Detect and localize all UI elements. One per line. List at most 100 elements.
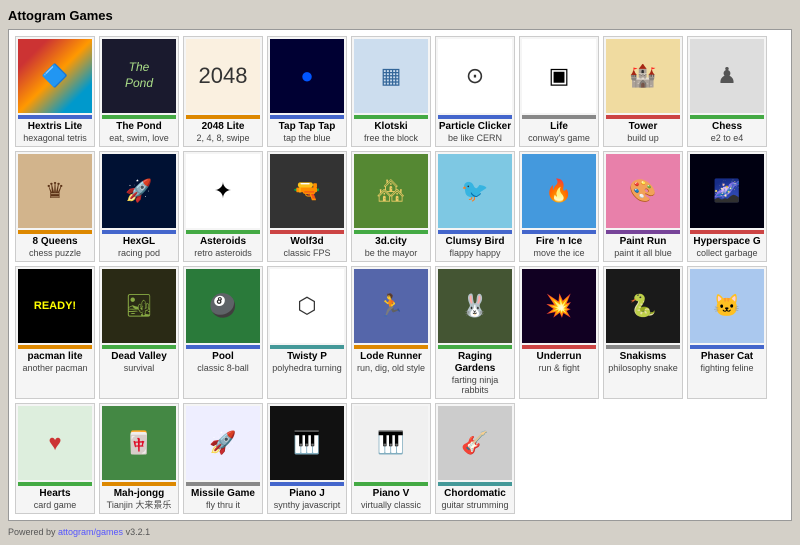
game-card-hexgl[interactable]: 🚀HexGLracing pod <box>99 151 179 262</box>
game-card-pianов[interactable]: 🎹Piano Vvirtually classic <box>351 403 431 514</box>
game-title-tower: Tower <box>629 121 658 133</box>
game-card-hextris[interactable]: 🔷Hextris Litehexagonal tetris <box>15 36 95 147</box>
game-subtitle-twisty: polyhedra turning <box>272 363 342 374</box>
game-card-chess[interactable]: ♟Chesse2 to e4 <box>687 36 767 147</box>
game-subtitle-2048: 2, 4, 8, swipe <box>196 133 249 144</box>
game-card-loderunner[interactable]: 🏃Lode Runnerrun, dig, old style <box>351 266 431 400</box>
game-title-hexgl: HexGL <box>123 236 155 248</box>
game-card-particle[interactable]: ⊙Particle Clickerbe like CERN <box>435 36 515 147</box>
game-title-pianoj: Piano J <box>289 488 325 500</box>
game-card-underrun[interactable]: 💥Underrunrun & fight <box>519 266 599 400</box>
game-card-firenice[interactable]: 🔥Fire 'n Icemove the ice <box>519 151 599 262</box>
game-subtitle-wolf3d: classic FPS <box>283 248 330 259</box>
game-card-chordomatic[interactable]: 🎸Chordomaticguitar strumming <box>435 403 515 514</box>
game-card-phasercat[interactable]: 🐱Phaser Catfighting feline <box>687 266 767 400</box>
game-bar-missile <box>186 482 260 486</box>
game-thumb-taptap: ● <box>270 39 344 113</box>
game-thumb-wolf3d: 🔫 <box>270 154 344 228</box>
game-title-loderunner: Lode Runner <box>360 351 422 363</box>
game-bar-taptap <box>270 115 344 119</box>
game-title-pacman: pacman lite <box>27 351 82 363</box>
game-card-pond[interactable]: ThePondThe Pondeat, swim, love <box>99 36 179 147</box>
game-card-missile[interactable]: 🚀Missile Gamefly thru it <box>183 403 263 514</box>
game-bar-klotski <box>354 115 428 119</box>
game-card-hearts[interactable]: ♥Heartscard game <box>15 403 95 514</box>
game-bar-clumsy <box>438 230 512 234</box>
game-card-tower[interactable]: 🏰Towerbuild up <box>603 36 683 147</box>
game-title-mahjongg: Mah-jongg <box>114 488 165 500</box>
game-card-paintrun[interactable]: 🎨Paint Runpaint it all blue <box>603 151 683 262</box>
game-thumb-hexgl: 🚀 <box>102 154 176 228</box>
game-subtitle-pianoj: synthy javascript <box>274 500 341 511</box>
game-thumb-pianов: 🎹 <box>354 406 428 480</box>
game-thumb-deadvalley: 🏜 <box>102 269 176 343</box>
game-title-hearts: Hearts <box>39 488 70 500</box>
game-title-snakisms: Snakisms <box>620 351 667 363</box>
game-bar-hextris <box>18 115 92 119</box>
game-title-3dcity: 3d.city <box>375 236 407 248</box>
game-title-pianов: Piano V <box>373 488 410 500</box>
game-bar-loderunner <box>354 345 428 349</box>
game-subtitle-taptap: tap the blue <box>283 133 330 144</box>
game-bar-chordomatic <box>438 482 512 486</box>
game-thumb-phasercat: 🐱 <box>690 269 764 343</box>
game-subtitle-clumsy: flappy happy <box>449 248 500 259</box>
game-card-2048[interactable]: 20482048 Lite2, 4, 8, swipe <box>183 36 263 147</box>
game-card-pool[interactable]: 🎱Poolclassic 8-ball <box>183 266 263 400</box>
game-card-3dcity[interactable]: 🏘3d.citybe the mayor <box>351 151 431 262</box>
game-thumb-particle: ⊙ <box>438 39 512 113</box>
games-grid: 🔷Hextris Litehexagonal tetrisThePond The … <box>8 29 792 521</box>
footer-link[interactable]: attogram/games <box>58 527 123 537</box>
game-subtitle-asteroids: retro asteroids <box>194 248 252 259</box>
game-thumb-snakisms: 🐍 <box>606 269 680 343</box>
game-bar-8queens <box>18 230 92 234</box>
game-card-snakisms[interactable]: 🐍Snakismsphilosophy snake <box>603 266 683 400</box>
game-card-8queens[interactable]: ♛8 Queenschess puzzle <box>15 151 95 262</box>
game-title-chordomatic: Chordomatic <box>444 488 506 500</box>
game-title-missile: Missile Game <box>191 488 255 500</box>
game-bar-pool <box>186 345 260 349</box>
game-thumb-paintrun: 🎨 <box>606 154 680 228</box>
game-card-deadvalley[interactable]: 🏜Dead Valleysurvival <box>99 266 179 400</box>
game-card-taptap[interactable]: ●Tap Tap Taptap the blue <box>267 36 347 147</box>
game-card-pianoj[interactable]: 🎹Piano Jsynthy javascript <box>267 403 347 514</box>
game-bar-particle <box>438 115 512 119</box>
game-bar-wolf3d <box>270 230 344 234</box>
game-bar-pond <box>102 115 176 119</box>
game-card-raging[interactable]: 🐰Raging Gardensfarting ninja rabbits <box>435 266 515 400</box>
game-card-hyperspace[interactable]: 🌌Hyperspace Gcollect garbage <box>687 151 767 262</box>
game-card-clumsy[interactable]: 🐦Clumsy Birdflappy happy <box>435 151 515 262</box>
game-bar-twisty <box>270 345 344 349</box>
game-card-pacman[interactable]: READY!pacman liteanother pacman <box>15 266 95 400</box>
game-bar-hearts <box>18 482 92 486</box>
game-bar-pianов <box>354 482 428 486</box>
game-thumb-pond: ThePond <box>102 39 176 113</box>
game-card-wolf3d[interactable]: 🔫Wolf3dclassic FPS <box>267 151 347 262</box>
game-subtitle-paintrun: paint it all blue <box>614 248 672 259</box>
game-thumb-hyperspace: 🌌 <box>690 154 764 228</box>
game-title-deadvalley: Dead Valley <box>111 351 167 363</box>
game-title-pond: The Pond <box>116 121 162 133</box>
game-title-2048: 2048 Lite <box>202 121 245 133</box>
game-title-8queens: 8 Queens <box>32 236 77 248</box>
game-bar-tower <box>606 115 680 119</box>
game-bar-underrun <box>522 345 596 349</box>
game-title-asteroids: Asteroids <box>200 236 246 248</box>
game-thumb-chordomatic: 🎸 <box>438 406 512 480</box>
game-title-klotski: Klotski <box>374 121 407 133</box>
game-bar-asteroids <box>186 230 260 234</box>
game-title-phasercat: Phaser Cat <box>701 351 753 363</box>
game-thumb-firenice: 🔥 <box>522 154 596 228</box>
game-card-life[interactable]: ▣Lifeconway's game <box>519 36 599 147</box>
game-title-hextris: Hextris Lite <box>28 121 82 133</box>
game-card-twisty[interactable]: ⬡Twisty Ppolyhedra turning <box>267 266 347 400</box>
game-card-asteroids[interactable]: ✦Asteroidsretro asteroids <box>183 151 263 262</box>
game-card-mahjongg[interactable]: 🀄Mah-jonggTianjin 大来景乐 <box>99 403 179 514</box>
game-title-firenice: Fire 'n Ice <box>536 236 582 248</box>
game-subtitle-particle: be like CERN <box>448 133 502 144</box>
game-subtitle-chess: e2 to e4 <box>711 133 744 144</box>
game-thumb-8queens: ♛ <box>18 154 92 228</box>
game-subtitle-hextris: hexagonal tetris <box>23 133 87 144</box>
game-card-klotski[interactable]: ▦Klotskifree the block <box>351 36 431 147</box>
game-thumb-klotski: ▦ <box>354 39 428 113</box>
